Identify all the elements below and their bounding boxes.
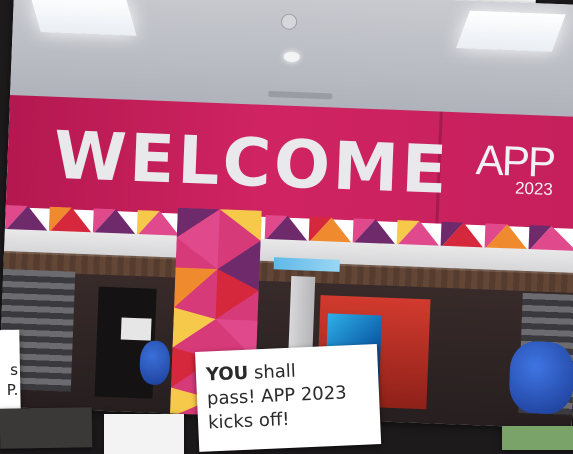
caption-left-line1: s [9, 360, 19, 379]
caption-emphasis: YOU [205, 362, 249, 386]
photo-collage: WELCOME APP 2023 s P. YOU shall pass! AP… [0, 0, 573, 454]
caption-left-line2: P. [6, 380, 19, 399]
caption-card-left: s P. [0, 329, 21, 415]
notice-sign [120, 317, 152, 341]
caption-card: YOU shall pass! APP 2023 kicks off! [195, 344, 382, 452]
welcome-text: WELCOME [52, 116, 452, 209]
ceiling-light-right [456, 10, 566, 52]
app-2023-logo: APP 2023 [474, 136, 555, 200]
overhead-display [273, 257, 340, 272]
caption-line1: shall [247, 360, 297, 384]
caption-line2: pass! APP 2023 [206, 382, 348, 410]
caption-left-text: s P. [6, 360, 19, 400]
caption-line3: kicks off! [207, 408, 290, 434]
partial-photo-bottom-middle [104, 414, 184, 454]
partial-photo-bottom-right [502, 426, 573, 450]
app-logo-word: APP [475, 136, 555, 186]
balloon-cluster-right [508, 340, 573, 415]
partial-photo-bottom-left [0, 407, 93, 449]
ceiling-light-left [29, 0, 137, 36]
